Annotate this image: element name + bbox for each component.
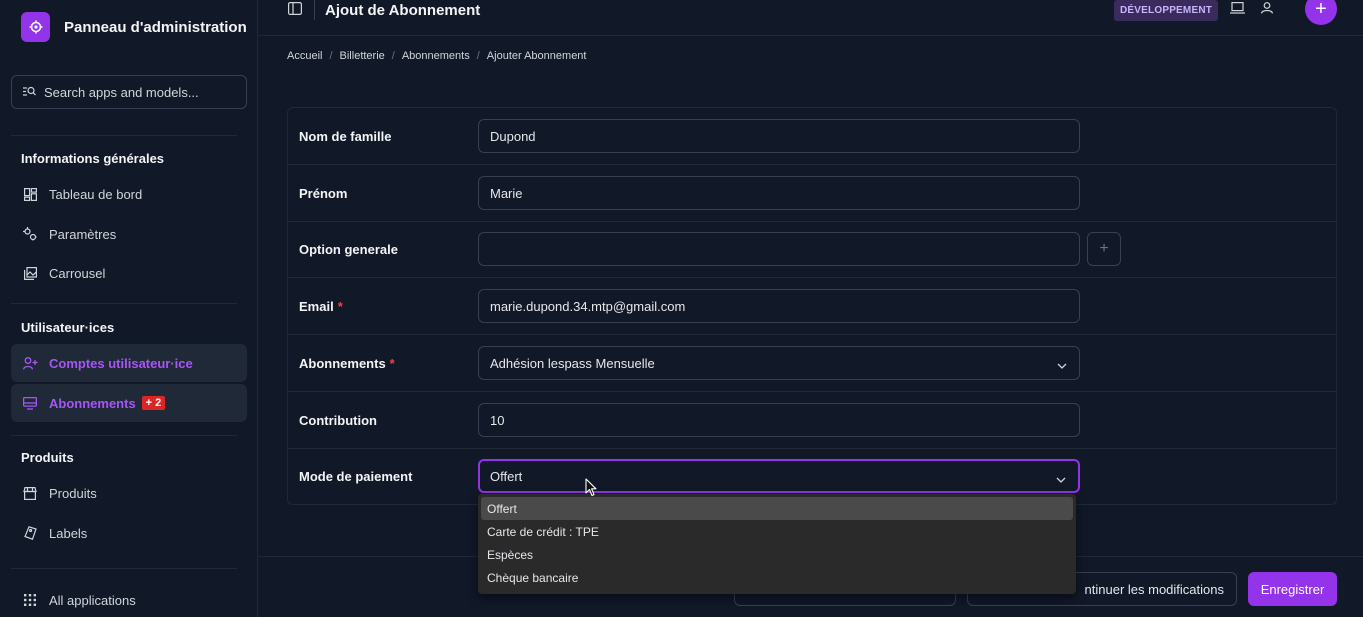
page-header: Ajout de Abonnement DÉVELOPPEMENT + (258, 0, 1363, 25)
environment-badge: DÉVELOPPEMENT (1114, 0, 1219, 21)
divider (11, 303, 237, 304)
breadcrumb: Accueil / Billetterie / Abonnements / Aj… (287, 50, 586, 62)
breadcrumb-separator: / (476, 50, 480, 62)
abonnements-select[interactable]: Adhésion lespass Mensuelle (478, 346, 1080, 380)
section-title-users: Utilisateur·ices (21, 320, 115, 335)
sidebar-item-label: Abonnements (49, 395, 136, 411)
add-option-button[interactable]: + (1087, 232, 1121, 266)
breadcrumb-item[interactable]: Abonnements (402, 50, 470, 62)
contribution-input[interactable]: 10 (478, 403, 1080, 437)
field-label: Contribution (299, 413, 377, 428)
required-mark: * (389, 356, 395, 371)
all-applications-link[interactable]: All applications (11, 581, 247, 617)
nom-de-famille-input[interactable]: Dupond (478, 119, 1080, 153)
payment-options-dropdown: Offert Carte de crédit : TPE Espèces Chè… (478, 494, 1076, 594)
dropdown-option[interactable]: Chèque bancaire (481, 566, 1073, 589)
breadcrumb-separator: / (391, 50, 395, 62)
sidebar-item-label: Comptes utilisateur·ice (49, 355, 193, 371)
field-label: Prénom (299, 186, 348, 201)
chevron-down-icon (1057, 357, 1067, 372)
gear-logo-icon (21, 12, 50, 42)
settings-icon (22, 226, 38, 242)
page-title: Ajout de Abonnement (325, 2, 481, 19)
sidebar-toggle-icon[interactable] (288, 2, 303, 18)
count-badge: + 2 (141, 396, 166, 410)
form-row-nom: Nom de famille Dupond (288, 108, 1336, 165)
mouse-cursor-icon (585, 478, 597, 500)
form-row-contribution: Contribution 10 (288, 392, 1336, 449)
form-row-option: Option generale + (288, 221, 1336, 278)
field-label: Mode de paiement (299, 469, 413, 484)
divider (314, 0, 315, 20)
section-title-produits: Produits (21, 450, 74, 465)
breadcrumb-item[interactable]: Accueil (287, 50, 322, 62)
divider (11, 435, 237, 436)
search-icon (23, 85, 36, 100)
select-value: Adhésion lespass Mensuelle (490, 355, 655, 371)
store-icon (22, 485, 38, 501)
field-label: Email * (299, 299, 343, 314)
required-mark: * (337, 299, 343, 314)
field-label: Option generale (299, 242, 398, 257)
field-label: Nom de famille (299, 129, 392, 144)
sidebar: Panneau d'administration Search apps and… (0, 0, 258, 617)
sidebar-item-label: Labels (49, 525, 88, 541)
sidebar-item-label: Produits (49, 485, 97, 501)
sidebar-item-labels[interactable]: Labels (11, 514, 247, 552)
search-placeholder: Search apps and models... (44, 84, 199, 100)
monitor-icon (22, 395, 38, 411)
sidebar-item-label: All applications (49, 592, 136, 608)
field-label: Abonnements * (299, 356, 395, 371)
sidebar-item-dashboard[interactable]: Tableau de bord (11, 175, 247, 213)
grid-icon (22, 592, 38, 608)
sidebar-item-label: Tableau de bord (49, 186, 143, 202)
user-add-icon (22, 355, 38, 371)
divider (11, 568, 237, 569)
sidebar-item-label: Carrousel (49, 265, 106, 281)
button-label: ntinuer les modifications (1084, 581, 1224, 597)
dropdown-option[interactable]: Carte de crédit : TPE (481, 520, 1073, 543)
divider (258, 35, 1363, 36)
sidebar-item-comptes[interactable]: Comptes utilisateur·ice (11, 344, 247, 382)
email-field[interactable]: marie.dupond.34.mtp@gmail.com (478, 289, 1080, 323)
laptop-icon[interactable] (1230, 2, 1245, 17)
dropdown-option[interactable]: Offert (481, 497, 1073, 520)
search-input[interactable]: Search apps and models... (11, 75, 247, 109)
image-stack-icon (22, 265, 38, 281)
form-row-abonnements: Abonnements * Adhésion lespass Mensuelle (288, 335, 1336, 392)
tag-icon (22, 525, 38, 541)
plus-icon: + (1099, 240, 1109, 257)
prenom-input[interactable]: Marie (478, 176, 1080, 210)
dropdown-option[interactable]: Espèces (481, 543, 1073, 566)
sidebar-item-parametres[interactable]: Paramètres (11, 215, 247, 253)
sidebar-item-carrousel[interactable]: Carrousel (11, 254, 247, 292)
option-generale-select[interactable] (478, 232, 1080, 266)
chevron-down-icon (1056, 471, 1066, 486)
breadcrumb-separator: / (329, 50, 333, 62)
plus-icon: + (1315, 0, 1327, 20)
select-value: Offert (490, 468, 523, 484)
section-title-general: Informations générales (21, 151, 165, 166)
form-row-prenom: Prénom Marie (288, 165, 1336, 222)
add-button[interactable]: + (1305, 0, 1337, 25)
user-icon[interactable] (1261, 2, 1273, 17)
subscription-form: Nom de famille Dupond Prénom Marie Optio… (287, 107, 1337, 505)
sidebar-item-produits[interactable]: Produits (11, 474, 247, 512)
brand-title: Panneau d'administration (64, 18, 247, 36)
sidebar-item-label: Paramètres (49, 226, 117, 242)
breadcrumb-current: Ajouter Abonnement (486, 50, 587, 62)
sidebar-item-abonnements[interactable]: Abonnements + 2 (11, 384, 247, 422)
mode-de-paiement-select[interactable]: Offert (478, 459, 1080, 493)
breadcrumb-item[interactable]: Billetterie (340, 50, 385, 62)
brand[interactable]: Panneau d'administration (21, 12, 247, 42)
form-row-email: Email * marie.dupond.34.mtp@gmail.com (288, 278, 1336, 335)
save-button[interactable]: Enregistrer (1248, 572, 1337, 606)
dashboard-icon (22, 186, 38, 202)
divider (11, 135, 237, 136)
